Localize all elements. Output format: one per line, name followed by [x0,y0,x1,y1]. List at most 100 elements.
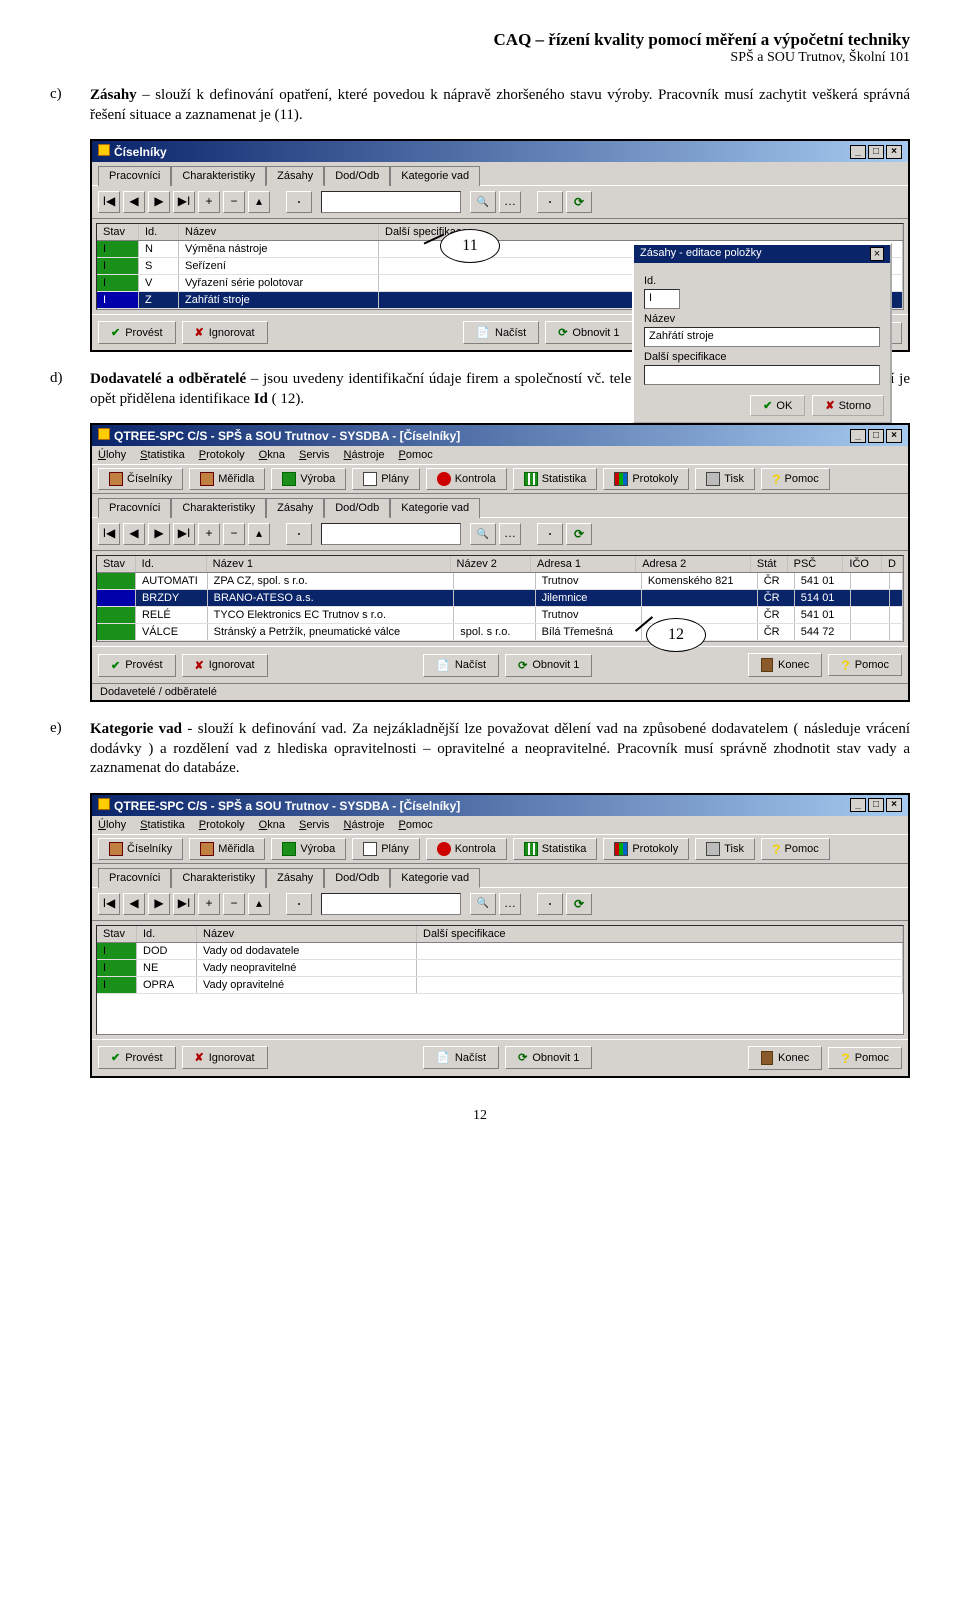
tab-pracovnici[interactable]: Pracovníci [98,498,171,518]
minimize-icon[interactable]: _ [850,145,866,159]
tb-tisk[interactable]: Tisk [695,838,755,860]
nav-last-button[interactable]: ▶I [173,191,195,213]
ignorovat-button[interactable]: ✘Ignorovat [182,654,268,677]
menu-nastroje[interactable]: Nástroje [344,819,385,831]
menu-servis[interactable]: Servis [299,819,330,831]
nav-next-button[interactable]: ▶ [148,523,170,545]
nav-last-button[interactable]: ▶I [173,523,195,545]
col-nazev[interactable]: Název [179,224,379,240]
tab-pracovnici[interactable]: Pracovníci [98,868,171,888]
nacist-button[interactable]: 📄Načíst [423,1046,499,1069]
refresh-icon[interactable]: ⟳ [566,523,592,545]
table-row[interactable]: RELÉTYCO Elektronics EC Trutnov s r.o.Tr… [97,607,903,624]
tb-ciselniky[interactable]: Číselníky [98,838,183,860]
nav-next-button[interactable]: ▶ [148,191,170,213]
tab-dododb[interactable]: Dod/Odb [324,166,390,186]
maximize-icon[interactable]: □ [868,798,884,812]
copy-icon[interactable] [286,893,312,915]
menu-pomoc[interactable]: Pomoc [399,819,433,831]
nacist-button[interactable]: 📄Načíst [463,321,539,344]
menu-nastroje[interactable]: Nástroje [344,449,385,461]
minimize-icon[interactable]: _ [850,798,866,812]
dialog-close-icon[interactable]: × [870,247,884,261]
obnovit-button[interactable]: ⟳Obnovit 1 [505,654,592,677]
provest-button[interactable]: ✔Provést [98,654,176,677]
more-button[interactable]: … [499,893,521,915]
tb-meridla[interactable]: Měřidla [189,468,265,490]
menu-ulohy[interactable]: Úlohy [98,819,126,831]
tb-kontrola[interactable]: Kontrola [426,838,507,860]
export-icon[interactable] [537,893,563,915]
dialog-ok-button[interactable]: ✔OK [750,395,805,416]
nav-first-button[interactable]: I◀ [98,893,120,915]
dialog-input-id[interactable]: I [644,289,680,309]
nav-prev-button[interactable]: ◀ [123,191,145,213]
obnovit-button[interactable]: ⟳Obnovit 1 [505,1046,592,1069]
nacist-button[interactable]: 📄Načíst [423,654,499,677]
copy-icon[interactable] [286,523,312,545]
export-icon[interactable] [537,523,563,545]
col-adresa1[interactable]: Adresa 1 [531,556,636,572]
menu-servis[interactable]: Servis [299,449,330,461]
table-row[interactable]: AUTOMATIZPA CZ, spol. s r.o.TrutnovKomen… [97,573,903,590]
search-input[interactable] [321,191,461,213]
provest-button[interactable]: ✔Provést [98,1046,176,1069]
data-grid[interactable]: Stav Id. Název 1 Název 2 Adresa 1 Adresa… [96,555,904,642]
table-row[interactable]: BRZDYBRANO-ATESO a.s.JilemniceČR514 01 [97,590,903,607]
data-grid[interactable]: Stav Id. Název Další specifikace IDODVad… [96,925,904,1035]
col-id[interactable]: Id. [136,556,207,572]
tb-meridla[interactable]: Měřidla [189,838,265,860]
menu-statistika[interactable]: Statistika [140,819,185,831]
menu-okna[interactable]: Okna [259,449,285,461]
tab-charakteristiky[interactable]: Charakteristiky [171,498,266,518]
col-id[interactable]: Id. [139,224,179,240]
ignorovat-button[interactable]: ✘Ignorovat [182,321,268,344]
tb-pomoc[interactable]: ?Pomoc [761,838,830,860]
menu-protokoly[interactable]: Protokoly [199,819,245,831]
menu-statistika[interactable]: Statistika [140,449,185,461]
konec-button[interactable]: Konec [748,653,822,677]
nav-post-button[interactable]: ▴ [248,523,270,545]
menu-pomoc[interactable]: Pomoc [399,449,433,461]
maximize-icon[interactable]: □ [868,145,884,159]
menu-okna[interactable]: Okna [259,819,285,831]
dialog-storno-button[interactable]: ✘Storno [812,395,884,416]
nav-delete-button[interactable]: − [223,523,245,545]
more-button[interactable]: … [499,191,521,213]
tb-kontrola[interactable]: Kontrola [426,468,507,490]
tb-vyroba[interactable]: Výroba [271,468,346,490]
nav-post-button[interactable]: ▴ [248,191,270,213]
search-input[interactable] [321,523,461,545]
tb-tisk[interactable]: Tisk [695,468,755,490]
provest-button[interactable]: ✔Provést [98,321,176,344]
table-row[interactable]: VÁLCEStránský a Petržík, pneumatické vál… [97,624,903,641]
col-nazev[interactable]: Název [197,926,417,942]
col-stav[interactable]: Stav [97,224,139,240]
close-icon[interactable]: × [886,429,902,443]
konec-button[interactable]: Konec [748,1046,822,1070]
table-row[interactable]: IOPRAVady opravitelné [97,977,903,994]
dialog-input-nazev[interactable]: Zahřátí stroje [644,327,880,347]
obnovit-button[interactable]: ⟳Obnovit 1 [545,321,632,344]
col-psc[interactable]: PSČ [788,556,844,572]
col-stav[interactable]: Stav [97,556,136,572]
col-ico[interactable]: IČO [843,556,882,572]
dialog-input-spec[interactable] [644,365,880,385]
tab-dododb[interactable]: Dod/Odb [324,498,390,518]
tab-charakteristiky[interactable]: Charakteristiky [171,166,266,186]
nav-prev-button[interactable]: ◀ [123,893,145,915]
tab-kategorie-vad[interactable]: Kategorie vad [390,166,480,186]
pomoc-button[interactable]: ?Pomoc [828,1047,902,1069]
tb-vyroba[interactable]: Výroba [271,838,346,860]
table-row[interactable]: IDODVady od dodavatele [97,943,903,960]
table-row[interactable]: INEVady neopravitelné [97,960,903,977]
tab-kategorie-vad[interactable]: Kategorie vad [390,868,480,888]
refresh-icon[interactable]: ⟳ [566,191,592,213]
tab-zasahy[interactable]: Zásahy [266,166,324,186]
filter-icon[interactable]: 🔍 [470,523,496,545]
tab-zasahy[interactable]: Zásahy [266,868,324,888]
export-icon[interactable] [537,191,563,213]
nav-prev-button[interactable]: ◀ [123,523,145,545]
col-spec[interactable]: Další specifikace [417,926,903,942]
col-stat[interactable]: Stát [751,556,788,572]
